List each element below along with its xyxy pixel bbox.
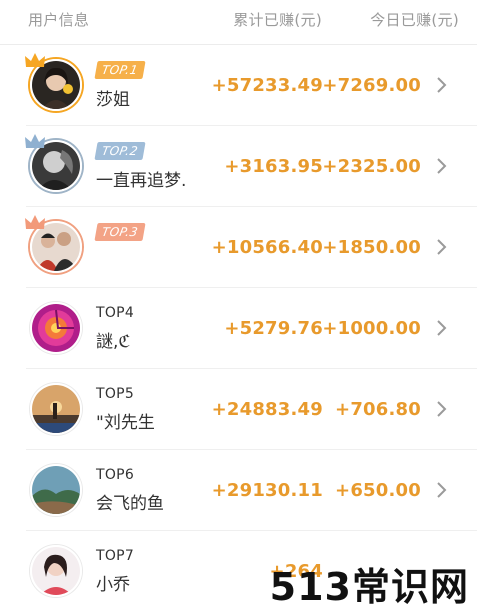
total-earned-value: +29130.11 — [211, 480, 323, 501]
user-name: 会飞的鱼 — [96, 494, 164, 514]
avatar-container — [30, 545, 82, 597]
user-info: TOP7 小乔 — [96, 545, 134, 595]
rank-badge: TOP.2 — [94, 142, 146, 160]
total-earned-value: +10566.40 — [211, 237, 323, 258]
leaderboard-row[interactable]: TOP.1 莎姐 +57233.49 +7269.00 — [25, 45, 477, 126]
sunset-silhouette-avatar — [30, 383, 82, 435]
rank-label: TOP6 — [96, 467, 135, 483]
header-total-earned: 累计已赚(元) — [233, 11, 322, 29]
leaderboard-row[interactable]: TOP.2 一直再追梦. +3163.95 +2325.00 — [25, 126, 477, 207]
chevron-right-icon[interactable] — [435, 399, 449, 419]
user-info: TOP4 謎,ℭ — [96, 302, 134, 352]
avatar-container — [30, 383, 82, 435]
user-name: 謎,ℭ — [96, 332, 131, 352]
avatar-container — [30, 302, 82, 354]
leaderboard-row[interactable]: TOP6 会飞的鱼 +29130.11 +650.00 — [26, 450, 477, 531]
total-earned-value: +3163.95 — [224, 156, 323, 177]
total-earned-value: +5279.76 — [224, 318, 323, 339]
leaderboard-page: 用户信息 累计已赚(元) 今日已赚(元) TOP.1 莎姐 +57233.49 … — [0, 0, 477, 611]
avatar-container — [25, 53, 82, 111]
chevron-right-icon[interactable] — [435, 237, 449, 257]
chevron-right-icon[interactable] — [435, 318, 449, 338]
gold-crown-icon — [25, 53, 45, 67]
leaderboard-row[interactable]: TOP4 謎,ℭ +5279.76 +1000.00 — [26, 288, 477, 369]
silver-crown-icon — [25, 134, 45, 148]
user-name: "刘先生 — [96, 413, 155, 433]
leaderboard-row[interactable]: TOP5 "刘先生 +24883.49 +706.80 — [26, 369, 477, 450]
avatar-container — [30, 464, 82, 516]
girl-portrait-avatar — [30, 545, 82, 597]
header-user-info: 用户信息 — [28, 11, 90, 29]
total-earned-value: +57233.49 — [211, 75, 323, 96]
today-earned-value: +1000.00 — [322, 318, 421, 339]
avatar-container — [25, 215, 82, 273]
user-info: TOP.2 一直再追梦. — [94, 140, 187, 191]
today-earned-value: +7269.00 — [322, 75, 421, 96]
today-earned-value: +2325.00 — [322, 156, 421, 177]
total-earned-value: +24883.49 — [211, 399, 323, 420]
today-earned-value: +650.00 — [335, 480, 421, 501]
rank-label: TOP4 — [96, 305, 135, 321]
user-info: TOP5 "刘先生 — [96, 383, 155, 433]
today-earned-value: +1850.00 — [322, 237, 421, 258]
user-info: TOP.3 — [94, 221, 146, 247]
user-name: 一直再追梦. — [96, 171, 187, 191]
chevron-right-icon[interactable] — [435, 156, 449, 176]
rank-badge: TOP.3 — [94, 223, 146, 241]
landscape-avatar — [30, 464, 82, 516]
rank-label: TOP5 — [96, 386, 135, 402]
rank-label: TOP7 — [96, 548, 135, 564]
bronze-crown-icon — [25, 215, 45, 229]
header-today-earned: 今日已赚(元) — [370, 11, 459, 29]
avatar-container — [25, 134, 82, 192]
chevron-right-icon[interactable] — [435, 480, 449, 500]
today-earned-value: +706.80 — [335, 399, 421, 420]
leaderboard-list: TOP.1 莎姐 +57233.49 +7269.00 TOP.2 一直再追梦.… — [0, 45, 477, 611]
site-watermark: 513常识网 — [269, 565, 469, 609]
user-name: 小乔 — [96, 575, 130, 595]
leaderboard-row[interactable]: TOP.3 +10566.40 +1850.00 — [25, 207, 477, 288]
user-name: 莎姐 — [96, 90, 130, 110]
chevron-right-icon[interactable] — [435, 75, 449, 95]
user-info: TOP.1 莎姐 — [94, 59, 146, 110]
user-info: TOP6 会飞的鱼 — [96, 464, 164, 514]
rank-badge: TOP.1 — [94, 61, 146, 79]
pink-swirl-avatar — [30, 302, 82, 354]
table-header: 用户信息 累计已赚(元) 今日已赚(元) — [0, 0, 477, 45]
